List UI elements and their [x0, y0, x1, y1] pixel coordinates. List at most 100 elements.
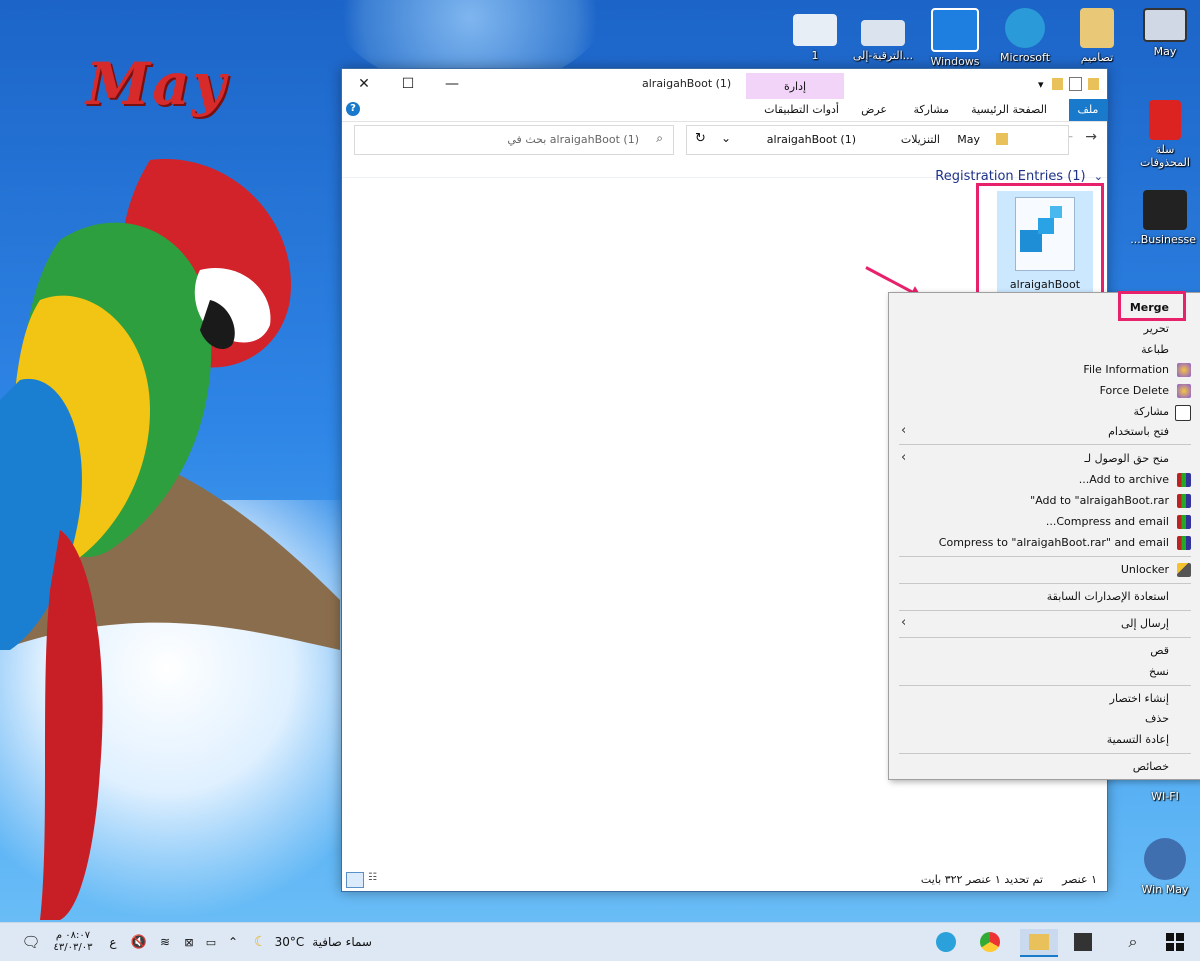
merge-highlight-box	[1118, 291, 1186, 321]
menu-item-send-to[interactable]: إرسال إلى	[1121, 614, 1169, 634]
ribbon-tabs: ? ملف الصفحة الرئيسية مشاركة عرض أدوات ا…	[342, 99, 1107, 122]
address-dropdown-icon[interactable]: ⌄	[721, 131, 731, 145]
search-box[interactable]: بحث في alraigahBoot (1) ⌕	[354, 125, 674, 155]
volume-icon[interactable]: 🔇	[128, 929, 150, 955]
title-bar[interactable]: ✕ ☐ — alraigahBoot (1) إدارة ▾	[342, 69, 1107, 100]
tab-app-tools[interactable]: أدوات التطبيقات	[756, 99, 847, 121]
folder-icon[interactable]	[1052, 78, 1063, 90]
menu-item-compress-to-rar-email[interactable]: Compress to "alraigahBoot.rar" and email	[939, 533, 1169, 553]
network-icon[interactable]: ⊠	[178, 929, 200, 955]
search-input[interactable]: بحث في alraigahBoot (1)	[507, 133, 639, 146]
breadcrumb-downloads[interactable]: التنزيلات	[901, 133, 940, 146]
desktop-icon-wifi[interactable]: WI-FI	[1134, 790, 1196, 803]
desktop-icon-upgrade[interactable]: ...الترقية-إلى	[852, 20, 914, 62]
menu-item-print[interactable]: طباعة	[1141, 340, 1169, 360]
win-may-icon	[1144, 838, 1186, 880]
weather-widget[interactable]: ☾ 30°C سماء صافية	[254, 929, 394, 955]
back-arrow-icon[interactable]: →	[1085, 129, 1097, 145]
windows-logo-icon	[1166, 933, 1184, 951]
desktop-icon-label: Windows	[930, 55, 980, 68]
desktop-icon-windows[interactable]: Windows	[924, 8, 986, 68]
menu-item-delete[interactable]: حذف	[1145, 709, 1169, 729]
submenu-chevron-icon: ‹	[901, 615, 907, 630]
battery-icon[interactable]: ▭	[200, 929, 222, 955]
folder-icon	[1080, 8, 1114, 48]
winrar-icon	[1177, 515, 1191, 529]
menu-item-add-to-archive[interactable]: Add to archive...	[1079, 470, 1169, 490]
quick-access-toolbar: ▾	[1038, 77, 1099, 91]
group-header[interactable]: Registration Entries (1) ⌄	[935, 169, 1103, 184]
menu-item-open-with[interactable]: فتح باستخدام	[1108, 422, 1169, 442]
properties-icon[interactable]	[1069, 77, 1082, 91]
clock[interactable]: ٠٨:٠٧ م ٤٣/٠٣/٠٣	[48, 929, 98, 955]
desktop-icon-win-may[interactable]: Win May	[1134, 838, 1196, 896]
tab-home[interactable]: الصفحة الرئيسية	[963, 99, 1055, 121]
breadcrumb-may[interactable]: May	[957, 133, 980, 146]
winrar-icon	[1177, 494, 1191, 508]
store-icon[interactable]	[1068, 929, 1098, 955]
qat-dropdown-icon[interactable]: ▾	[1038, 78, 1046, 91]
language-indicator[interactable]: ع	[104, 929, 122, 955]
tab-view[interactable]: عرض	[853, 99, 895, 121]
desktop-icon-label: Win May	[1141, 883, 1189, 896]
browser-icon[interactable]	[976, 929, 1004, 955]
manage-tab-group[interactable]: إدارة	[746, 73, 844, 100]
menu-item-create-shortcut[interactable]: إنشاء اختصار	[1110, 689, 1169, 709]
minimize-button[interactable]: —	[430, 69, 474, 99]
status-item-count: ١ عنصر	[1062, 873, 1097, 886]
menu-item-rename[interactable]: إعادة التسمية	[1107, 730, 1169, 750]
clock-time: ٠٨:٠٧ م	[55, 930, 91, 941]
menu-item-give-access[interactable]: منح حق الوصول لـ	[1085, 449, 1169, 469]
desktop-icon-designs[interactable]: تصاميم	[1066, 8, 1128, 64]
menu-item-file-information[interactable]: File Information	[1083, 360, 1169, 380]
menu-item-restore-versions[interactable]: استعادة الإصدارات السابقة	[1047, 587, 1169, 607]
menu-item-force-delete[interactable]: Force Delete	[1100, 381, 1169, 401]
notification-icon[interactable]: 🗨	[18, 929, 44, 955]
start-button[interactable]	[1160, 929, 1190, 955]
share-icon	[1175, 405, 1191, 421]
desktop-icon-label: WI-FI	[1151, 790, 1179, 803]
search-icon[interactable]: ⌕	[1118, 929, 1148, 955]
desktop-icon-recycle-bin[interactable]: سلة المحذوفات	[1134, 100, 1196, 169]
taskbar: 🗨 ٠٨:٠٧ م ٤٣/٠٣/٠٣ ع 🔇 ≋ ⊠ ▭ ⌃ ☾ 30°C سم…	[0, 922, 1200, 961]
tab-file[interactable]: ملف	[1069, 99, 1107, 121]
breadcrumb-current[interactable]: alraigahBoot (1)	[767, 133, 856, 146]
tab-share[interactable]: مشاركة	[905, 99, 957, 121]
menu-item-share[interactable]: مشاركة	[1133, 402, 1169, 422]
menu-separator	[899, 753, 1191, 754]
menu-separator	[899, 685, 1191, 686]
submenu-chevron-icon: ‹	[901, 423, 907, 438]
menu-item-add-to-rar[interactable]: Add to "alraigahBoot.rar"	[1030, 491, 1169, 511]
desktop-icon-businessman[interactable]: Businesse...	[1130, 190, 1196, 246]
file-explorer-icon[interactable]	[1020, 929, 1058, 957]
wifi-icon[interactable]: ≋	[154, 929, 176, 955]
menu-item-copy[interactable]: نسخ	[1149, 662, 1169, 682]
menu-item-compress-email[interactable]: Compress and email...	[1046, 512, 1169, 532]
view-list-icon[interactable]: ☷	[368, 872, 384, 886]
status-selection: تم تحديد ١ عنصر ٣٢٢ بايت	[920, 873, 1043, 886]
menu-item-unlocker[interactable]: Unlocker	[1121, 560, 1169, 580]
search-icon: ⌕	[656, 131, 663, 145]
chevron-up-icon[interactable]: ⌃	[224, 929, 242, 955]
menu-item-cut[interactable]: قص	[1150, 641, 1169, 661]
desktop-icon-1[interactable]: 1	[784, 14, 846, 62]
address-bar[interactable]: May التنزيلات alraigahBoot (1) ⌄ ↻	[686, 125, 1069, 155]
desktop-icon-label: 1	[811, 49, 819, 62]
edge-icon	[1005, 8, 1045, 48]
menu-item-properties[interactable]: خصائص	[1133, 757, 1169, 777]
collapse-chevron-icon[interactable]: ⌄	[1094, 170, 1103, 183]
wand-icon	[1177, 563, 1191, 577]
menu-separator	[899, 610, 1191, 611]
window-title: alraigahBoot (1)	[642, 77, 732, 90]
desktop-icon-may[interactable]: May	[1134, 8, 1196, 58]
maximize-button[interactable]: ☐	[386, 69, 430, 99]
desktop-icon-microsoft-edge[interactable]: Microsoft	[994, 8, 1056, 64]
folder-icon[interactable]	[1088, 78, 1099, 90]
close-button[interactable]: ✕	[342, 69, 386, 99]
refresh-icon[interactable]: ↻	[695, 131, 706, 146]
help-icon[interactable]: ?	[346, 102, 360, 116]
telegram-icon[interactable]	[932, 929, 960, 955]
menu-item-edit[interactable]: تحرير	[1144, 319, 1169, 339]
view-details-icon[interactable]	[346, 872, 364, 888]
desktop-icon-label: سلة المحذوفات	[1140, 143, 1190, 169]
